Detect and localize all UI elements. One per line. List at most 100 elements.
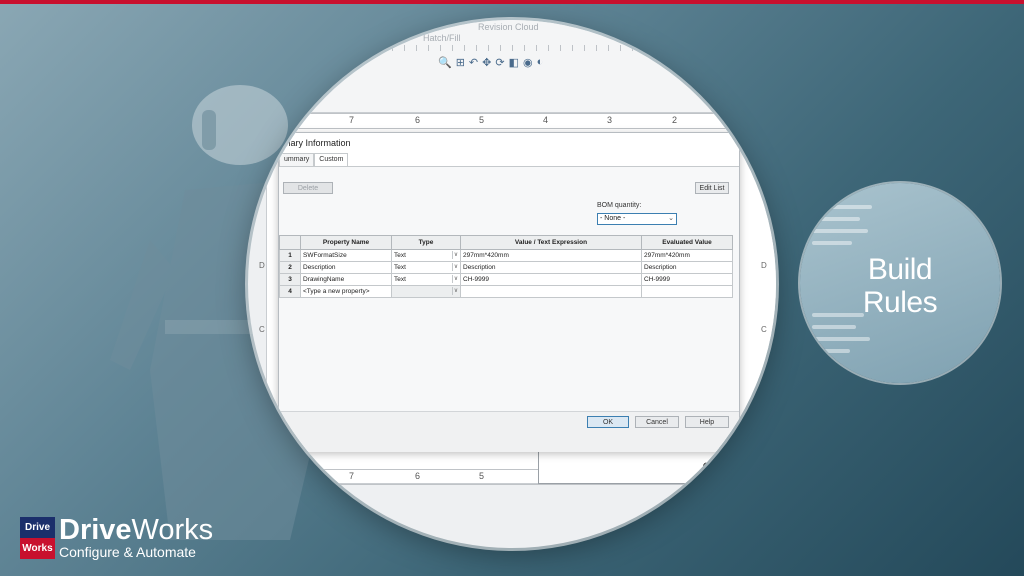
evaluated-value-cell: 297mm*420mm <box>641 249 733 262</box>
zoom-fit-icon[interactable]: 🔍 <box>438 56 452 70</box>
type-cell[interactable]: Text ∨ <box>391 261 461 274</box>
tree-item <box>812 241 852 245</box>
view-toolbar: 🔍 ⊞ ↶ ✥ ⟳ ◧ ◉ ◐ <box>438 56 543 70</box>
property-name-cell[interactable]: DrawingName <box>300 273 392 286</box>
tree-item <box>812 217 860 221</box>
zone-label: 7 <box>349 471 355 481</box>
column-header[interactable]: Type <box>391 235 461 250</box>
drawing-number: CH-99 <box>702 460 737 474</box>
table-row[interactable]: 3 DrawingName Text ∨ CH-9999 CH-9999 <box>279 273 733 286</box>
zoom-circle: Revision Cloud Hatch/Fill 🔍 ⊞ ↶ ✥ ⟳ ◧ ◉ … <box>248 20 776 548</box>
top-accent-bar <box>0 0 1024 4</box>
value-expression-cell[interactable]: Description <box>460 261 642 274</box>
delete-button[interactable]: Delete <box>283 182 333 194</box>
column-header[interactable]: Value / Text Expression <box>460 235 642 250</box>
build-rules-circle: Build Rules <box>800 183 1000 383</box>
chevron-down-icon: ⌄ <box>668 215 674 222</box>
ok-button[interactable]: OK <box>587 416 629 428</box>
dialog-tabs: ummary Custom <box>279 153 349 166</box>
zone-label: 3 <box>607 115 613 125</box>
tree-item <box>812 325 856 329</box>
zone-label: 2 <box>672 115 678 125</box>
type-value: Text <box>394 264 406 271</box>
logo-mark-top: Drive <box>20 517 55 538</box>
row-number: 2 <box>279 261 301 274</box>
brand-bold: Drive <box>59 514 132 546</box>
summary-information-dialog: mary Information ummary Custom Delete BO… <box>278 132 740 452</box>
tree-item <box>812 337 870 341</box>
zone-label: 6 <box>415 115 421 125</box>
help-button[interactable]: Help <box>685 416 729 428</box>
zone-label: 5 <box>479 471 485 481</box>
zone-side-label: C <box>259 325 265 334</box>
property-name-cell[interactable]: Description <box>300 261 392 274</box>
bom-quantity-value: - None - <box>600 215 626 222</box>
dropdown-arrow-icon[interactable]: ∨ <box>452 287 459 295</box>
logo-mark: Drive Works <box>20 517 55 559</box>
dropdown-arrow-icon[interactable]: ∨ <box>452 251 459 259</box>
logo-wordmark: DriveWorks Configure & Automate <box>59 514 214 561</box>
zone-side-label: D <box>259 261 265 270</box>
edit-list-button[interactable]: Edit List <box>695 182 729 194</box>
type-cell[interactable]: ∨ <box>391 285 461 298</box>
column-header[interactable]: Evaluated Value <box>641 235 733 250</box>
evaluated-value-cell: Description <box>641 261 733 274</box>
type-cell[interactable]: Text ∨ <box>391 273 461 286</box>
pan-icon[interactable]: ✥ <box>482 56 491 70</box>
ribbon-ghost-label: Revision Cloud <box>478 22 539 32</box>
zone-side-label: C <box>761 325 767 334</box>
tree-item <box>812 205 872 209</box>
custom-properties-panel: Delete BOM quantity: - None - ⌄ Edit Lis… <box>279 166 739 412</box>
table-header-row: Property Name Type Value / Text Expressi… <box>279 235 733 250</box>
build-rules-line: Build <box>867 253 933 286</box>
dropdown-arrow-icon[interactable]: ∨ <box>452 275 459 283</box>
ribbon-ghost-label: Hatch/Fill <box>423 33 461 43</box>
tab-summary[interactable]: ummary <box>279 153 315 166</box>
row-number: 1 <box>279 249 301 262</box>
logo-mark-bottom: Works <box>20 538 55 559</box>
zone-side-label: D <box>761 261 767 270</box>
zone-label: 7 <box>349 115 355 125</box>
dropdown-arrow-icon[interactable]: ∨ <box>452 263 459 271</box>
evaluated-value-cell <box>641 285 733 298</box>
build-rules-heading: Build Rules <box>800 253 1000 319</box>
rotate-icon[interactable]: ⟳ <box>495 56 504 70</box>
table-row[interactable]: 2 Description Text ∨ Description Descript… <box>279 261 733 274</box>
cad-ribbon: Revision Cloud Hatch/Fill 🔍 ⊞ ↶ ✥ ⟳ ◧ ◉ … <box>248 20 776 113</box>
tree-item <box>812 229 868 233</box>
properties-table: Property Name Type Value / Text Expressi… <box>279 235 733 298</box>
value-expression-cell[interactable]: CH-9999 <box>460 273 642 286</box>
row-number: 3 <box>279 273 301 286</box>
type-cell[interactable]: Text ∨ <box>391 249 461 262</box>
sheet-scale-top: 7 6 5 4 3 2 <box>267 113 776 129</box>
tree-item <box>812 349 850 353</box>
value-expression-cell[interactable] <box>460 285 642 298</box>
zoom-area-icon[interactable]: ⊞ <box>456 56 465 70</box>
display-style-icon[interactable]: ◧ <box>509 56 519 70</box>
column-header[interactable]: Property Name <box>300 235 392 250</box>
previous-view-icon[interactable]: ↶ <box>469 56 478 70</box>
bom-quantity-label: BOM quantity: <box>597 202 642 209</box>
dialog-button-bar: OK Cancel Help <box>279 411 739 452</box>
ribbon-ruler <box>248 45 776 51</box>
value-expression-cell[interactable]: 297mm*420mm <box>460 249 642 262</box>
zone-label: 5 <box>479 115 485 125</box>
build-rules-line: Rules <box>862 286 938 319</box>
table-corner-cell <box>279 235 301 250</box>
property-name-cell[interactable]: SWFormatSize <box>300 249 392 262</box>
brand-regular: Works <box>131 514 214 546</box>
cancel-button[interactable]: Cancel <box>635 416 679 428</box>
new-property-cell[interactable]: <Type a new property> <box>300 285 392 298</box>
type-value: Text <box>394 276 406 283</box>
table-row-new[interactable]: 4 <Type a new property> ∨ <box>279 285 733 298</box>
zone-label: 6 <box>415 471 421 481</box>
tab-custom[interactable]: Custom <box>314 153 349 166</box>
type-value: Text <box>394 252 406 259</box>
appearance-icon[interactable]: ◐ <box>537 56 544 70</box>
hide-show-icon[interactable]: ◉ <box>523 56 533 70</box>
table-row[interactable]: 1 SWFormatSize Text ∨ 297mm*420mm 297mm*4… <box>279 249 733 262</box>
row-number: 4 <box>279 285 301 298</box>
evaluated-value-cell: CH-9999 <box>641 273 733 286</box>
bom-quantity-select[interactable]: - None - ⌄ <box>597 213 677 225</box>
zone-label: 4 <box>543 115 549 125</box>
